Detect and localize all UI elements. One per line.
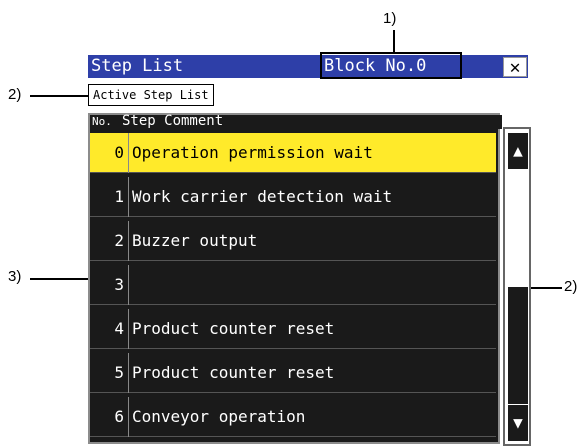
table-row[interactable]: 4 Product counter reset xyxy=(90,309,496,349)
scroll-down-button[interactable]: ▼ xyxy=(508,405,528,441)
step-number: 2 xyxy=(114,231,124,250)
step-comment: Product counter reset xyxy=(132,319,335,338)
step-number: 4 xyxy=(114,319,124,338)
close-button[interactable]: ✕ xyxy=(503,57,527,78)
step-number: 3 xyxy=(114,275,124,294)
active-step-list-label: Active Step List xyxy=(88,84,214,106)
block-number-label: Block No.0 xyxy=(320,52,462,79)
step-comment: Product counter reset xyxy=(132,363,335,382)
callout-2-right: 2) xyxy=(564,278,578,295)
column-header-no: No. xyxy=(92,115,112,128)
step-number: 6 xyxy=(114,407,124,426)
step-comment: Operation permission wait xyxy=(132,143,373,162)
step-number: 5 xyxy=(114,363,124,382)
scroll-track[interactable] xyxy=(508,172,528,287)
step-comment: Conveyor operation xyxy=(132,407,306,426)
step-number: 1 xyxy=(114,187,124,206)
callout-1-leader xyxy=(393,30,395,52)
step-number: 0 xyxy=(114,143,124,162)
window-title: Step List xyxy=(91,56,184,76)
column-header-comment: Step Comment xyxy=(122,113,224,129)
callout-2-left-leader xyxy=(30,95,88,97)
row-separator xyxy=(128,265,129,305)
table-row[interactable]: 2 Buzzer output xyxy=(90,221,496,261)
callout-2-right-leader xyxy=(531,287,562,289)
header-filler xyxy=(496,115,502,129)
scroll-thumb[interactable] xyxy=(508,287,528,404)
row-separator xyxy=(128,353,129,393)
callout-1: 1) xyxy=(383,10,397,27)
row-separator xyxy=(128,133,129,173)
step-comment: Buzzer output xyxy=(132,231,258,250)
row-separator xyxy=(128,309,129,349)
row-separator xyxy=(128,221,129,261)
row-separator xyxy=(128,397,129,437)
row-separator xyxy=(128,177,129,217)
callout-3: 3) xyxy=(8,268,22,285)
callout-2-left: 2) xyxy=(8,86,22,103)
step-comment: Work carrier detection wait xyxy=(132,187,393,206)
table-row[interactable]: 0 Operation permission wait xyxy=(90,133,496,173)
table-row[interactable]: 1 Work carrier detection wait xyxy=(90,177,496,217)
table-row[interactable]: 5 Product counter reset xyxy=(90,353,496,393)
table-row[interactable]: 6 Conveyor operation xyxy=(90,397,496,437)
table-row[interactable]: 3 xyxy=(90,265,496,305)
callout-3-leader xyxy=(30,278,88,280)
scroll-up-button[interactable]: ▲ xyxy=(508,133,528,169)
